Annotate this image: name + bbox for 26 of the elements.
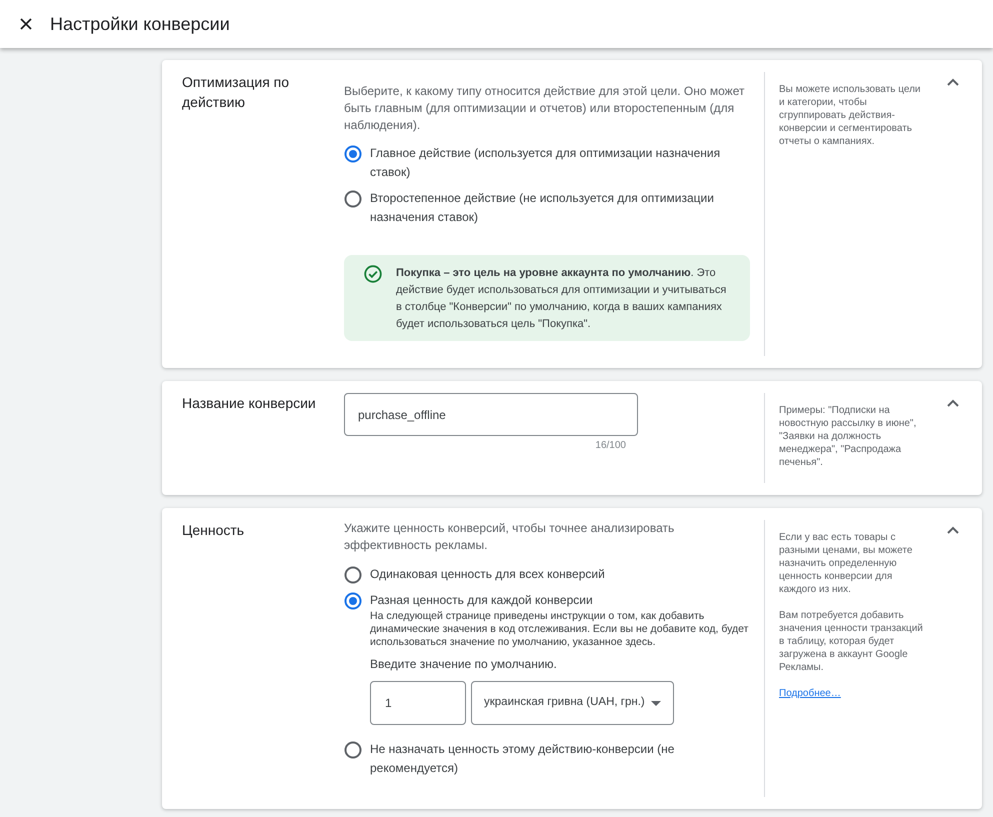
section-title: Оптимизация по действию	[182, 73, 290, 112]
help-text: Вы можете использовать цели и категории, чтобы сгруппировать действия-конверсии и сегментировать отчеты о кампаниях.	[779, 83, 922, 148]
section-description: Выберите, к какому типу относится действие для этой цели. Оно может быть главным (для оптимизации и отчетов) или второстепенным (для наблюдения).	[344, 83, 746, 134]
currency-select[interactable]: украинская гривна (UAH, грн.)	[471, 681, 674, 725]
radio-option[interactable]: Не назначать ценность этому действию-конверсии (не рекомендуется)	[344, 740, 750, 778]
section-title: Название конверсии	[182, 394, 317, 413]
learn-more-link[interactable]: Подробнее…	[779, 687, 841, 700]
field-prompt: Введите значение по умолчанию.	[370, 656, 558, 673]
help-text: Если у вас есть товары с разными ценами, вы можете назначить определенную ценность конверсии для каждого из них.	[779, 531, 914, 596]
radio-option[interactable]: Разная ценность для каждой конверсии	[344, 591, 750, 610]
radio-option[interactable]: Главное действие (используется для оптимизации назначения ставок)	[344, 144, 750, 182]
page-title: Настройки конверсии	[50, 13, 230, 36]
radio-option[interactable]: Второстепенное действие (не используется для оптимизации назначения ставок)	[344, 189, 750, 227]
caret-icon	[651, 700, 661, 706]
section-description: Укажите ценность конверсий, чтобы точнее анализировать эффективность рекламы.	[344, 520, 676, 554]
check-circle-icon	[364, 265, 382, 283]
section-title: Ценность	[182, 521, 246, 540]
help-text: Вам потребуется добавить значения ценности транзакций в таблицу, которая будет загружена в аккаунт Google Рекламы.	[779, 609, 924, 674]
help-text: Примеры: "Подписки на новостную рассылку в июне", "Заявки на должность менеджера", "Распродажа печенья".	[779, 404, 918, 469]
radio-option[interactable]: Одинаковая ценность для всех конверсий	[344, 565, 750, 584]
name-input[interactable]: purchase_offline	[344, 393, 638, 436]
notice-text: Покупка – это цель на уровне аккаунта по умолчанию. Это действие будет использоваться для оптимизации и учитываться в столбце "Конверсии" по умолчанию, когда в ваших кампаниях будет использоваться цель "Покупка".	[396, 266, 728, 332]
character-counter: 16/100	[595, 439, 626, 453]
option-hint: На следующей странице приведены инструкции о том, как добавить динамические значения в код отслеживания. Если вы не добавите код, будет использоваться значение по умолчанию, указанное здесь.	[370, 610, 750, 649]
amount-input[interactable]: 1	[370, 681, 466, 725]
close-icon	[20, 18, 32, 30]
